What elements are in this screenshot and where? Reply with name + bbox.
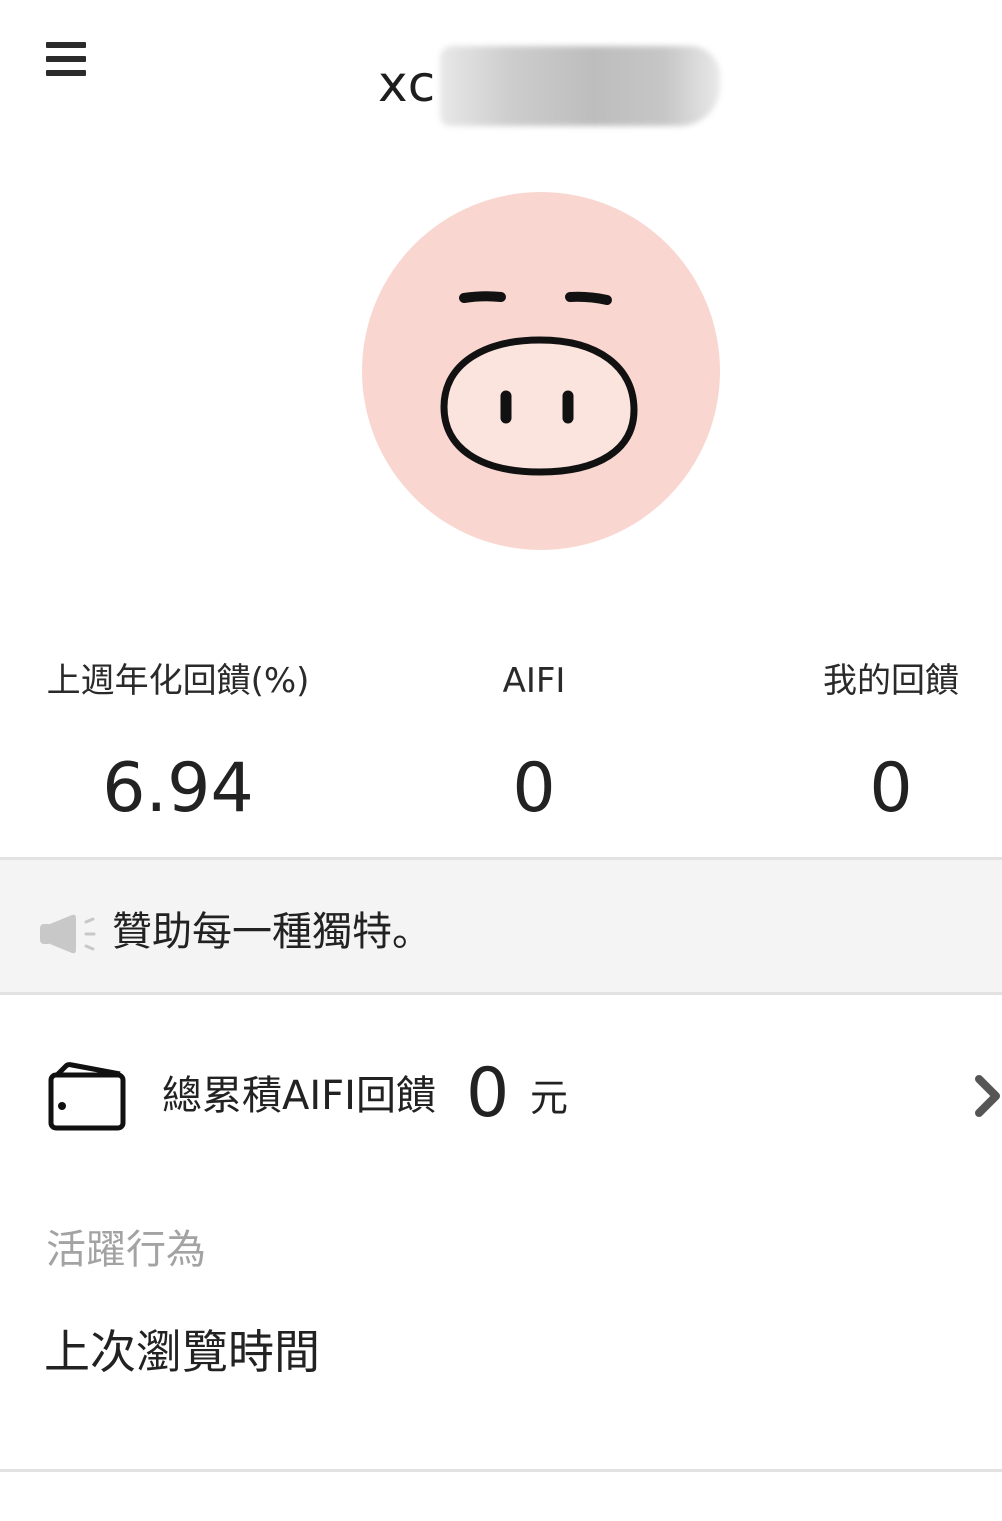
stat-value: 6.94	[102, 749, 254, 828]
user-name: xc	[378, 55, 437, 113]
megaphone-icon	[40, 914, 96, 954]
hamburger-menu-icon[interactable]	[46, 40, 88, 78]
chevron-right-icon	[975, 1075, 1000, 1117]
avatar	[362, 192, 720, 550]
total-reward-label: 總累積AIFI回饋	[162, 1073, 436, 1119]
page-title: xc	[376, 46, 736, 126]
pig-face-icon	[440, 291, 638, 476]
stat-aifi: AIFI 0	[434, 655, 634, 829]
total-reward-value: 0	[466, 1054, 510, 1133]
activity-section-heading: 活躍行為	[46, 1227, 206, 1273]
total-reward-row[interactable]: 總累積AIFI回饋 0 元	[0, 1030, 1002, 1160]
stat-weekly-annualized-return: 上週年化回饋(%) 6.94	[46, 655, 310, 829]
stat-my-reward: 我的回饋 0	[818, 655, 964, 829]
stat-label: 我的回饋	[823, 661, 959, 701]
stat-value: 0	[512, 749, 556, 828]
stat-label: AIFI	[502, 661, 566, 701]
stats-row: 上週年化回饋(%) 6.94 AIFI 0 我的回饋 0	[0, 655, 1002, 828]
announcement-text: 贊助每一種獨特。	[112, 909, 432, 955]
stat-label: 上週年化回饋(%)	[46, 661, 310, 701]
stat-value: 0	[869, 749, 913, 828]
redacted-name-blur	[440, 46, 720, 126]
last-browse-time-label: 上次瀏覽時間	[44, 1325, 320, 1379]
divider	[0, 1469, 1002, 1472]
wallet-icon	[48, 1062, 126, 1131]
member-page: xc 上週年化回饋(%) 6.94 AIFI 0 我的回饋 0 贊助每一種獨特。…	[0, 0, 1002, 1521]
currency-unit: 元	[530, 1076, 569, 1120]
announcement-bar[interactable]: 贊助每一種獨特。	[0, 857, 1002, 995]
